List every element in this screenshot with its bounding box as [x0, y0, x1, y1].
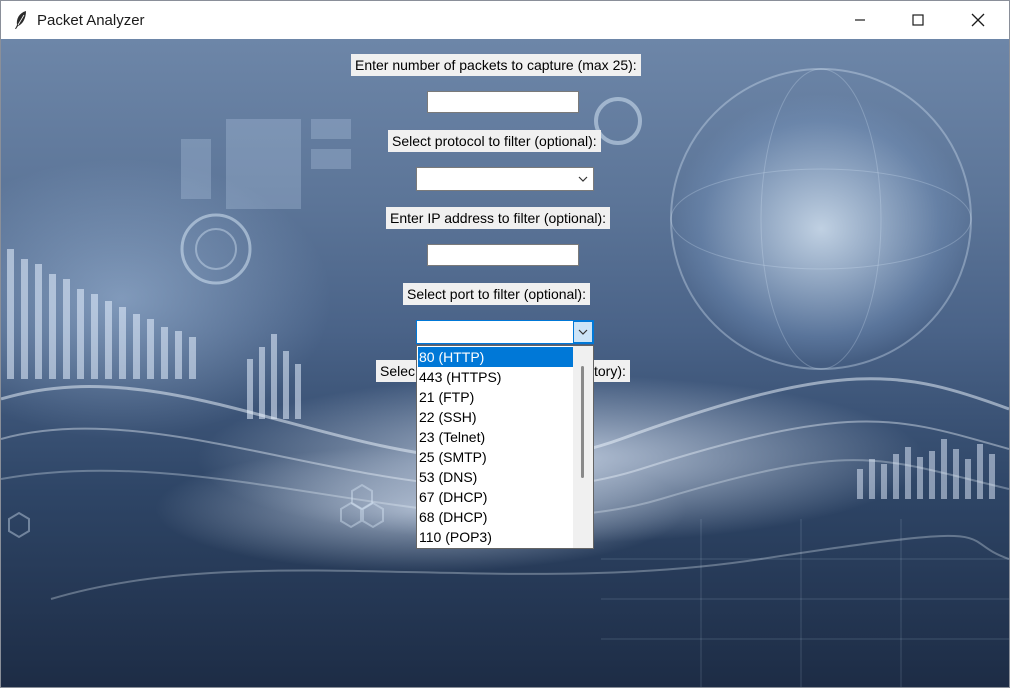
directory-label-left: Selec: [376, 360, 420, 382]
port-option[interactable]: 110 (POP3): [418, 527, 573, 547]
minimize-button[interactable]: [831, 1, 889, 39]
scrollbar-thumb[interactable]: [581, 366, 584, 478]
ip-address-input[interactable]: [427, 244, 579, 266]
protocol-label: Select protocol to filter (optional):: [388, 130, 601, 152]
chevron-down-icon[interactable]: [573, 321, 593, 343]
minimize-icon: [855, 19, 865, 21]
packets-count-input[interactable]: [427, 91, 579, 113]
app-window: Packet Analyzer Enter number of packets …: [0, 0, 1010, 688]
dropdown-scrollbar[interactable]: [573, 346, 593, 548]
port-option[interactable]: 21 (FTP): [418, 387, 573, 407]
maximize-button[interactable]: [889, 1, 947, 39]
port-option[interactable]: 25 (SMTP): [418, 447, 573, 467]
port-option[interactable]: 68 (DHCP): [418, 507, 573, 527]
close-icon: [971, 13, 985, 27]
port-option[interactable]: 67 (DHCP): [418, 487, 573, 507]
protocol-combobox[interactable]: [416, 167, 594, 191]
maximize-icon: [912, 14, 924, 26]
port-option[interactable]: 23 (Telnet): [418, 427, 573, 447]
port-option[interactable]: 80 (HTTP): [418, 347, 573, 367]
port-option[interactable]: 22 (SSH): [418, 407, 573, 427]
port-dropdown-list[interactable]: 80 (HTTP) 443 (HTTPS) 21 (FTP) 22 (SSH) 23 (…: [416, 345, 594, 549]
content-area: Enter number of packets to capture (max …: [1, 39, 1009, 687]
close-button[interactable]: [949, 1, 1007, 39]
directory-label-right: tory):: [594, 360, 630, 382]
window-title: Packet Analyzer: [37, 12, 145, 29]
chevron-down-icon[interactable]: [574, 169, 592, 189]
port-option[interactable]: 443 (HTTPS): [418, 367, 573, 387]
port-label: Select port to filter (optional):: [403, 283, 590, 305]
title-bar[interactable]: Packet Analyzer: [1, 1, 1009, 39]
port-combobox[interactable]: [416, 320, 594, 344]
ip-label: Enter IP address to filter (optional):: [386, 207, 611, 229]
port-option[interactable]: 53 (DNS): [418, 467, 573, 487]
packets-label: Enter number of packets to capture (max …: [351, 54, 641, 76]
feather-icon: [13, 10, 29, 30]
